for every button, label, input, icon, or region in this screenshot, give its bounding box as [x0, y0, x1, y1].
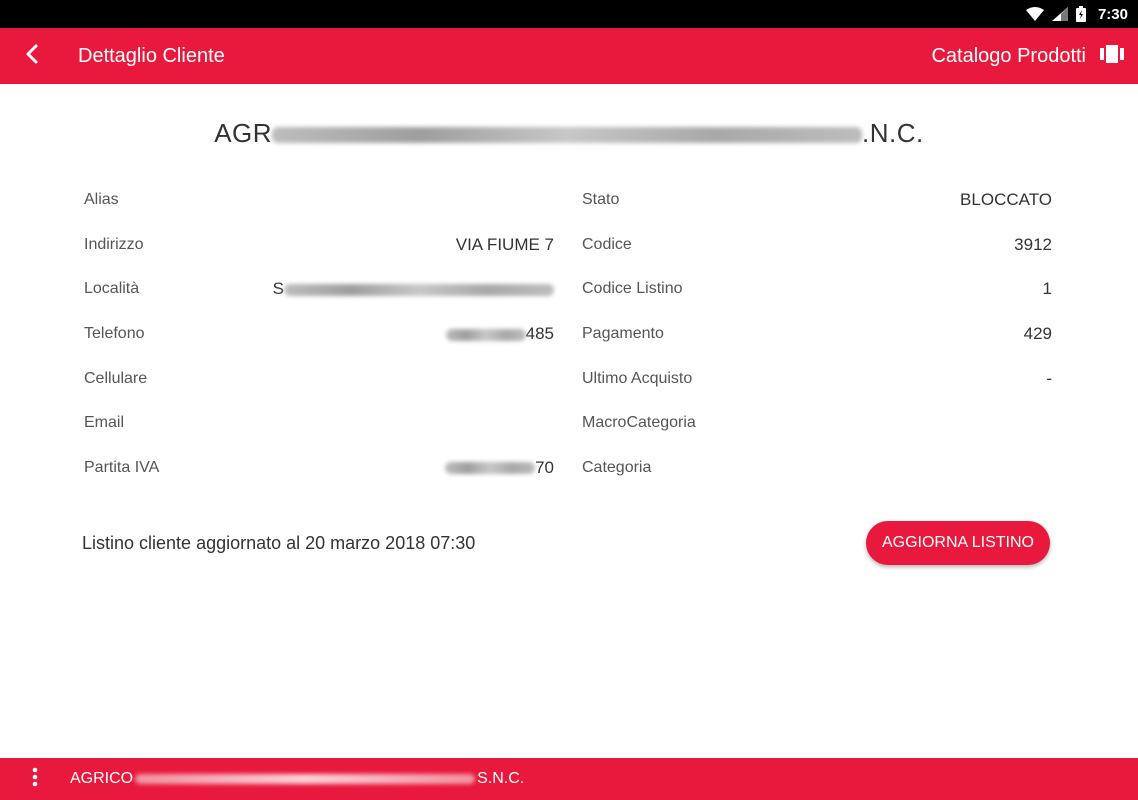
detail-value: 429: [1023, 324, 1052, 344]
detail-label: Alias: [84, 191, 119, 209]
detail-row-status: Stato BLOCCATO: [582, 178, 1052, 223]
more-menu-button[interactable]: [0, 758, 70, 800]
pricelist-update-section: Listino cliente aggiornato al 20 marzo 2…: [82, 520, 1050, 566]
detail-value: S: [273, 279, 554, 299]
more-vertical-icon: [32, 767, 38, 792]
client-name: AGR .N.C.: [0, 118, 1138, 149]
detail-label: Pagamento: [582, 325, 664, 343]
pricelist-updated-text: Listino cliente aggiornato al 20 marzo 2…: [82, 532, 476, 553]
detail-row-vat: Partita IVA 70: [84, 446, 554, 491]
redacted-blur: [284, 284, 554, 296]
client-name-prefix: AGR: [214, 118, 273, 148]
selected-client-name: AGRICO S.N.C.: [70, 770, 524, 788]
redacted-blur: [445, 462, 536, 475]
client-details: Alias Indirizzo VIA FIUME 7 Località S T…: [84, 178, 1052, 490]
detail-row-address: Indirizzo VIA FIUME 7: [84, 223, 554, 268]
detail-value: -: [1046, 368, 1052, 388]
detail-value: 485: [445, 324, 554, 344]
bottom-name-suffix: S.N.C.: [477, 770, 525, 787]
detail-row-phone: Telefono 485: [84, 312, 554, 357]
detail-label: Codice Listino: [582, 280, 683, 298]
details-left-column: Alias Indirizzo VIA FIUME 7 Località S T…: [84, 178, 554, 490]
detail-row-last-purchase: Ultimo Acquisto -: [582, 356, 1052, 401]
page-title: Dettaglio Cliente: [78, 44, 225, 67]
detail-label: Codice: [582, 235, 632, 253]
detail-row-category: Categoria: [582, 446, 1052, 491]
details-right-column: Stato BLOCCATO Codice 3912 Codice Listin…: [582, 178, 1052, 490]
detail-label: Partita IVA: [84, 458, 160, 476]
detail-label: Categoria: [582, 458, 652, 476]
detail-row-macro-category: MacroCategoria: [582, 401, 1052, 446]
catalog-products-label: Catalogo Prodotti: [931, 44, 1086, 67]
carousel-icon: [1100, 44, 1124, 68]
detail-label: Località: [84, 280, 140, 298]
signal-icon: [1051, 7, 1068, 21]
detail-value: 3912: [1014, 234, 1052, 254]
detail-label: MacroCategoria: [582, 414, 696, 432]
detail-row-payment: Pagamento 429: [582, 312, 1052, 357]
detail-label: Indirizzo: [84, 235, 144, 253]
redacted-blur: [445, 328, 526, 341]
detail-label: Cellulare: [84, 369, 148, 387]
detail-row-email: Email: [84, 401, 554, 446]
detail-row-pricelist-code: Codice Listino 1: [582, 267, 1052, 312]
bottom-name-prefix: AGRICO: [70, 770, 134, 787]
value-prefix: S: [272, 279, 284, 299]
status-bar: 7:30: [0, 0, 1138, 28]
chevron-left-icon: [25, 44, 39, 69]
detail-label: Telefono: [84, 325, 145, 343]
bottom-bar: AGRICO S.N.C.: [0, 758, 1138, 800]
detail-row-mobile: Cellulare: [84, 356, 554, 401]
update-pricelist-button[interactable]: AGGIORNA LISTINO: [865, 521, 1050, 565]
client-name-suffix: .N.C.: [862, 118, 924, 148]
status-time: 7:30: [1097, 5, 1128, 23]
detail-value: 1: [1042, 279, 1052, 299]
catalog-products-button[interactable]: Catalogo Prodotti: [931, 28, 1138, 84]
detail-value: VIA FIUME 7: [455, 234, 554, 254]
value-suffix: 70: [535, 457, 554, 477]
redacted-blur: [272, 127, 863, 144]
detail-label: Ultimo Acquisto: [582, 369, 693, 387]
wifi-icon: [1025, 7, 1044, 21]
app-bar: Dettaglio Cliente Catalogo Prodotti: [0, 28, 1138, 84]
redacted-blur: [135, 774, 476, 784]
back-button[interactable]: [0, 28, 64, 84]
detail-row-alias: Alias: [84, 178, 554, 223]
detail-value: BLOCCATO: [960, 190, 1052, 210]
detail-label: Stato: [582, 191, 620, 209]
value-suffix: 485: [525, 324, 554, 344]
detail-row-location: Località S: [84, 267, 554, 312]
battery-icon: [1075, 6, 1086, 22]
detail-row-code: Codice 3912: [582, 223, 1052, 268]
detail-label: Email: [84, 414, 125, 432]
detail-value: 70: [445, 458, 554, 478]
